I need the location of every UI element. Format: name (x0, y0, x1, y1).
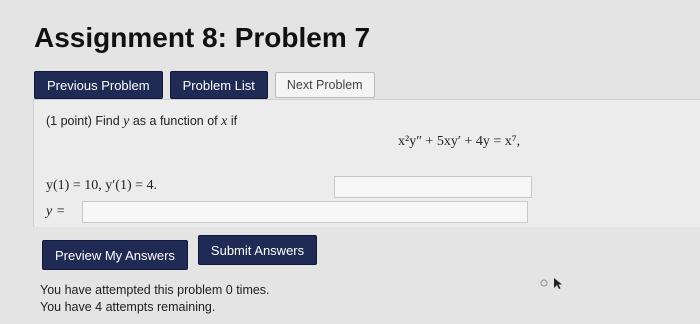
problem-panel: (1 point) Find y as a function of x if x… (33, 99, 700, 227)
prompt-find: Find (95, 114, 120, 128)
cursor-icon (540, 278, 562, 289)
answer-label: y = (46, 204, 66, 219)
problem-prompt: (1 point) Find y as a function of x if (46, 114, 237, 130)
page-title: Assignment 8: Problem 7 (34, 22, 371, 53)
remaining-text: You have 4 attempts remaining. (40, 300, 216, 314)
points-label: (1 point) (46, 114, 92, 128)
attempt-status: You have attempted this problem 0 times.… (40, 282, 270, 316)
problem-nav: Previous Problem Problem List Next Probl… (34, 71, 375, 99)
var-x: x (221, 114, 228, 129)
answer-actions: Preview My Answers Submit Answers (42, 235, 318, 270)
problem-list-button[interactable]: Problem List (169, 71, 268, 99)
next-problem-button[interactable]: Next Problem (274, 72, 375, 98)
attempted-text: You have attempted this problem 0 times. (40, 283, 270, 297)
preview-answers-button[interactable]: Preview My Answers (42, 240, 188, 270)
answer-input[interactable] (82, 201, 528, 223)
initial-conditions: y(1) = 10, y′(1) = 4. (46, 178, 158, 193)
previous-problem-button[interactable]: Previous Problem (34, 71, 163, 99)
var-y: y (123, 114, 130, 129)
prompt-as-function: as a function of (132, 114, 218, 128)
differential-equation: x²y″ + 5xy′ + 4y = x⁷, (398, 134, 520, 150)
initial-conditions-field (334, 176, 532, 198)
answer-row: y = (46, 201, 528, 223)
equation-text: x²y″ + 5xy′ + 4y = x⁷, (398, 134, 521, 149)
prompt-if: if (230, 114, 238, 128)
submit-answers-button[interactable]: Submit Answers (197, 235, 318, 265)
